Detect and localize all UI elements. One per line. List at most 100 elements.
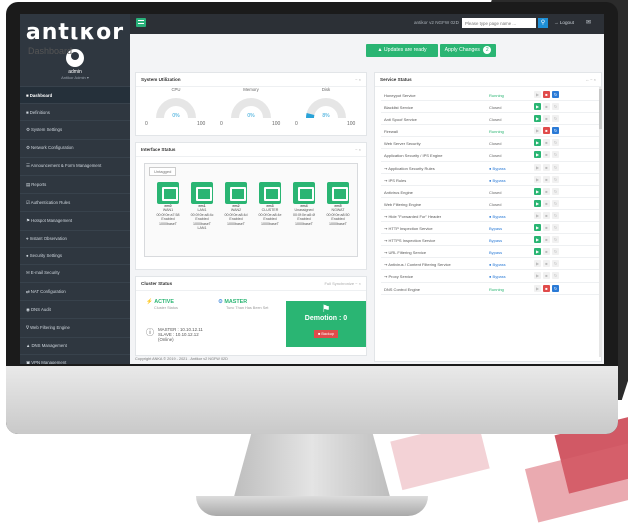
restart-icon[interactable]: ↻ [552, 236, 559, 244]
play-icon[interactable]: ▶ [534, 224, 541, 232]
stop-icon[interactable]: ■ [543, 163, 550, 171]
restart-icon[interactable]: ↻ [552, 224, 559, 232]
flag-icon: ⚑ [321, 304, 331, 315]
sidebar-item[interactable]: ⚙ Network Configuration [20, 138, 130, 157]
sidebar-item[interactable]: ☑ Authentication Rules [20, 193, 130, 211]
panel-controls[interactable]: − × [355, 147, 361, 152]
sidebar-item[interactable]: ● Security Settings [20, 246, 130, 264]
ethernet-port-icon [225, 182, 247, 204]
restart-icon[interactable]: ↻ [552, 284, 559, 292]
panel-controls[interactable]: ↔ − × [585, 77, 596, 82]
interface-port[interactable]: em5 NGWAT 00:0f:0e:a8:50 Enabled 1000baseT [323, 182, 353, 226]
restart-icon[interactable]: ↻ [552, 115, 559, 123]
restart-icon[interactable]: ↻ [552, 211, 559, 219]
updates-ready-button[interactable]: ▲ Updates are ready [366, 44, 438, 57]
play-icon[interactable]: ▶ [534, 91, 541, 98]
mail-icon[interactable]: ✉ [586, 19, 591, 26]
play-icon[interactable]: ▶ [534, 139, 541, 147]
stop-icon[interactable]: ■ [543, 151, 550, 159]
interface-port[interactable]: em3 CLUSTER 00:0f:0e:a8:4e Enabled 1000baseT [255, 182, 285, 226]
panel-title: System Utilization [141, 77, 181, 82]
restart-icon[interactable]: ↻ [552, 187, 559, 195]
user-role[interactable]: Antikor Admin ▾ [20, 75, 130, 80]
play-icon[interactable]: ▶ [534, 211, 541, 219]
interface-port[interactable]: em4 Unassigned 00:0f:0e:a8:4f Enabled 1000ba… [289, 182, 319, 226]
play-icon[interactable]: ▶ [534, 175, 541, 183]
play-icon[interactable]: ▶ [534, 260, 541, 268]
stop-icon[interactable]: ■ [543, 91, 550, 98]
play-icon[interactable]: ▶ [534, 127, 541, 135]
play-icon[interactable]: ▶ [534, 163, 541, 171]
restart-icon[interactable]: ↻ [552, 103, 559, 111]
sidebar-item[interactable]: ▤ Reports [20, 174, 130, 193]
topbar: antikor v2 NGFW 02D ⚲ → Logout ✉ [130, 14, 604, 34]
play-icon[interactable]: ▶ [534, 187, 541, 195]
stop-icon[interactable]: ■ [543, 103, 550, 111]
gauge-min: 0 [295, 121, 298, 127]
play-icon[interactable]: ▶ [534, 284, 541, 292]
restart-icon[interactable]: ↻ [552, 127, 559, 135]
service-status: Bypass [489, 238, 503, 244]
sidebar-item[interactable]: ∇ Web Filtering Engine [20, 318, 130, 336]
sidebar-item[interactable]: ✉ E-mail Security [20, 263, 130, 282]
panel-title: Service Status [380, 77, 412, 82]
stop-icon[interactable]: ■ [543, 236, 550, 244]
interface-port[interactable]: em2 WAN2 00:0f:0e:a8:4d Enabled 1000baseT [221, 182, 251, 226]
play-icon[interactable]: ▶ [534, 272, 541, 280]
stop-icon[interactable]: ■ [543, 272, 550, 280]
panel-controls[interactable]: − × [355, 77, 361, 82]
sidebar-item[interactable]: ▲ DNS Management [20, 336, 130, 354]
logout-link[interactable]: → Logout [554, 20, 574, 25]
apply-changes-button[interactable]: Apply Changes 2 [440, 44, 496, 57]
stop-icon[interactable]: ■ [543, 284, 550, 292]
stop-icon[interactable]: ■ [543, 127, 550, 135]
service-status: Closed [489, 153, 502, 159]
play-icon[interactable]: ▶ [534, 103, 541, 111]
search-icon[interactable]: ⚲ [538, 18, 548, 28]
interface-port[interactable]: em1 LAN1 00:0f:0e:a8:4c Enabled 1000baseT LAN… [187, 182, 217, 230]
service-list: Honeypot Service Running ▶ ■ ↻ Blacklist Serv… [381, 89, 601, 295]
sidebar-item[interactable]: ▣ VPN Management [20, 353, 130, 364]
menu-toggle-button[interactable] [136, 18, 146, 27]
panel-controls[interactable]: Full Synchronize − × [325, 281, 361, 286]
sidebar-item[interactable]: ◉ DNS Audit [20, 300, 130, 318]
scrollbar[interactable] [599, 87, 602, 357]
stop-icon[interactable]: ■ [543, 224, 550, 232]
stop-icon[interactable]: ■ [543, 187, 550, 195]
port-detail: 1000baseT [227, 221, 245, 226]
sidebar-item[interactable]: ■ Definitions [20, 103, 130, 120]
backup-button[interactable]: ■ Backup [313, 330, 338, 338]
gauge-max: 100 [197, 121, 206, 127]
restart-icon[interactable]: ↻ [552, 139, 559, 147]
play-icon[interactable]: ▶ [534, 151, 541, 159]
restart-icon[interactable]: ↻ [552, 91, 559, 98]
play-icon[interactable]: ▶ [534, 248, 541, 256]
interface-port[interactable]: em0 WAN1 00:0f:0e:a7:58 Enabled 1000baseT [153, 182, 183, 226]
play-icon[interactable]: ▶ [534, 115, 541, 123]
stop-icon[interactable]: ■ [543, 260, 550, 268]
restart-icon[interactable]: ↻ [552, 151, 559, 159]
play-icon[interactable]: ▶ [534, 199, 541, 207]
sidebar-item[interactable]: ■ Dashboard [20, 86, 130, 104]
sidebar-item[interactable]: ⚙ System Settings [20, 120, 130, 138]
stop-icon[interactable]: ■ [543, 199, 550, 207]
stop-icon[interactable]: ■ [543, 248, 550, 256]
play-icon[interactable]: ▶ [534, 236, 541, 244]
stop-icon[interactable]: ■ [543, 115, 550, 123]
search-input[interactable] [462, 18, 536, 28]
restart-icon[interactable]: ↻ [552, 175, 559, 183]
stop-icon[interactable]: ■ [543, 139, 550, 147]
sidebar-item[interactable]: ☰ Announcement & Form Management [20, 156, 130, 175]
restart-icon[interactable]: ↻ [552, 163, 559, 171]
restart-icon[interactable]: ↻ [552, 248, 559, 256]
sidebar-item[interactable]: ⇄ NAT Configuration [20, 282, 130, 300]
sidebar-item[interactable]: ⚑ Hotspot Management [20, 211, 130, 229]
restart-icon[interactable]: ↻ [552, 260, 559, 268]
restart-icon[interactable]: ↻ [552, 199, 559, 207]
stop-icon[interactable]: ■ [543, 211, 550, 219]
stop-icon[interactable]: ■ [543, 175, 550, 183]
service-name: ⇝ URL Filtering Service [384, 250, 427, 256]
service-status: Closed [489, 189, 502, 195]
restart-icon[interactable]: ↻ [552, 272, 559, 280]
sidebar-item[interactable]: ⌖ Instant Observation [20, 229, 130, 247]
